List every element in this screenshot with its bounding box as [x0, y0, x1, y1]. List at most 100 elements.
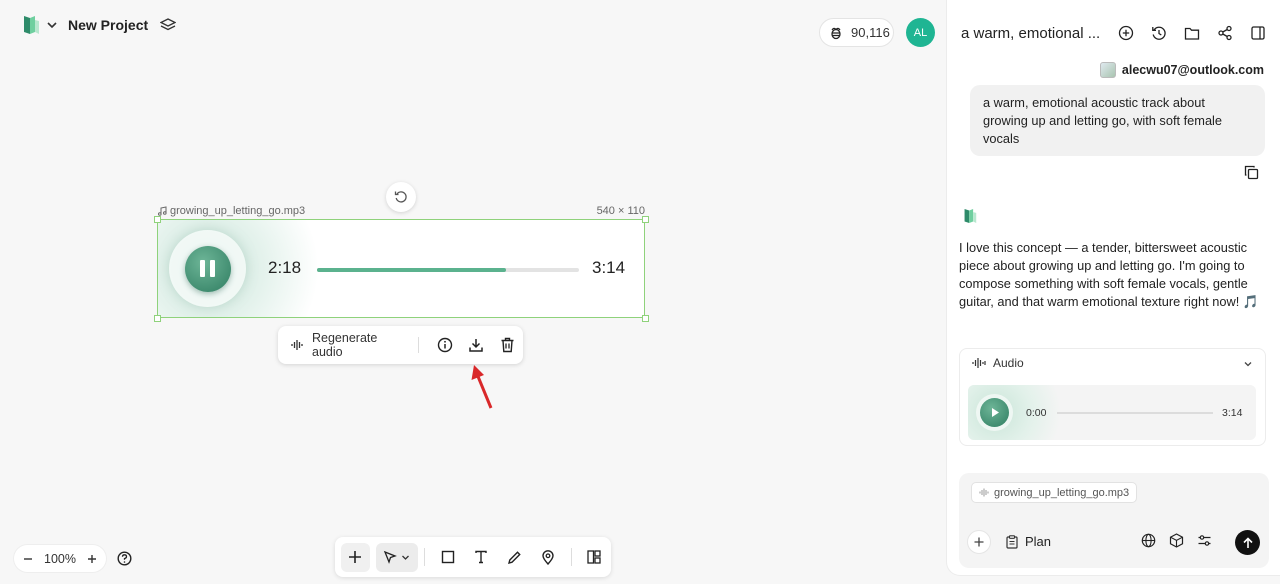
audio-player-element[interactable]: 2:18 3:14 [157, 219, 645, 318]
text-tool-button[interactable] [464, 550, 497, 564]
info-button[interactable] [429, 337, 460, 353]
rectangle-tool-button[interactable] [431, 550, 464, 564]
element-filename: growing_up_letting_go.mp3 [157, 205, 305, 217]
location-tool-button[interactable] [531, 549, 564, 565]
resize-handle-bl[interactable] [154, 315, 161, 322]
folder-icon [1184, 27, 1200, 40]
resize-handle-br[interactable] [642, 315, 649, 322]
current-time: 2:18 [268, 258, 302, 277]
rectangle-icon [441, 550, 455, 564]
chevron-down-icon [401, 553, 410, 562]
select-tool-button[interactable] [375, 542, 418, 572]
mini-audio-player: 0:00 3:14 [968, 385, 1256, 440]
user-identity: alecwu07@outlook.com [1099, 62, 1264, 78]
cursor-icon [383, 550, 398, 564]
resize-handle-tr[interactable] [642, 216, 649, 223]
history-icon [1152, 26, 1166, 40]
message-composer[interactable]: growing_up_letting_go.mp3 Plan [959, 473, 1269, 568]
zoom-out-button[interactable] [23, 554, 33, 564]
chat-panel: a warm, emotional ... alecwu07@outlook.c… [946, 0, 1280, 576]
text-icon [474, 550, 488, 564]
plan-label: Plan [1025, 534, 1052, 549]
pause-icon [184, 245, 231, 292]
avatar[interactable]: AL [906, 18, 935, 47]
bee-icon [829, 26, 843, 40]
regenerate-audio-label: Regenerate audio [312, 331, 378, 359]
assistant-message: I love this concept — a tender, bittersw… [959, 240, 1259, 309]
waveform-icon [972, 357, 986, 369]
user-email: alecwu07@outlook.com [1121, 63, 1264, 77]
share-icon [1218, 25, 1232, 41]
zoom-in-button[interactable] [87, 554, 97, 564]
plus-icon [974, 537, 984, 547]
help-button[interactable] [117, 551, 132, 566]
sidebar-icon [1251, 26, 1265, 40]
play-icon [991, 408, 999, 417]
help-icon [117, 551, 132, 566]
history-button[interactable] [1148, 24, 1170, 42]
audio-card-header[interactable]: Audio [972, 356, 1024, 370]
attachment-name: growing_up_letting_go.mp3 [994, 486, 1130, 499]
copy-button[interactable] [1244, 165, 1259, 180]
progress-fill [317, 268, 506, 272]
toolbar-divider [570, 548, 572, 566]
zoom-level[interactable]: 100% [44, 552, 76, 566]
download-button[interactable] [460, 337, 491, 353]
rotate-reset-button[interactable] [386, 182, 416, 212]
toolbar-divider [423, 548, 425, 566]
copy-icon [1244, 165, 1259, 180]
layers-icon[interactable] [160, 17, 177, 33]
chevron-down-icon[interactable] [46, 19, 58, 31]
composer-actions [1141, 533, 1212, 548]
new-chat-button[interactable] [1115, 24, 1137, 42]
layout-grid-icon [587, 550, 601, 564]
chevron-down-icon[interactable] [1243, 359, 1253, 369]
pen-tool-button[interactable] [498, 550, 531, 565]
mini-current-time: 0:00 [1026, 407, 1047, 419]
mini-total-time: 3:14 [1222, 407, 1243, 419]
total-time: 3:14 [592, 258, 626, 277]
resize-handle-tl[interactable] [154, 216, 161, 223]
play-button[interactable] [980, 398, 1009, 427]
progress-track[interactable] [317, 268, 579, 272]
annotation-arrow-icon [470, 362, 496, 412]
element-dimensions: 540 × 110 [596, 205, 645, 217]
settings-sliders-button[interactable] [1197, 533, 1212, 548]
pause-button[interactable] [169, 230, 246, 307]
cube-button[interactable] [1169, 533, 1184, 548]
app-logo-icon[interactable] [22, 14, 40, 36]
rotate-icon [394, 190, 408, 204]
user-message: a warm, emotional acoustic track about g… [970, 85, 1265, 156]
trash-icon [500, 337, 515, 353]
delete-button[interactable] [492, 337, 523, 353]
canvas-toolbar [335, 537, 611, 577]
credits-badge[interactable]: 90,116 [819, 18, 894, 47]
globe-button[interactable] [1141, 533, 1156, 548]
share-button[interactable] [1214, 24, 1236, 42]
waveform-icon [979, 488, 989, 497]
plus-icon [348, 550, 362, 564]
mini-progress-track[interactable] [1057, 412, 1213, 414]
user-avatar [1099, 62, 1116, 78]
globe-icon [1141, 533, 1156, 548]
toggle-panel-button[interactable] [1247, 24, 1269, 42]
element-filename-text: growing_up_letting_go.mp3 [170, 205, 306, 217]
plan-mode-button[interactable]: Plan [1006, 534, 1051, 549]
plus-circle-icon [1118, 25, 1134, 41]
layout-tool-button[interactable] [578, 550, 611, 564]
add-tool-button[interactable] [341, 542, 370, 572]
project-title[interactable]: New Project [68, 17, 148, 33]
attach-button[interactable] [967, 530, 991, 554]
chat-title[interactable]: a warm, emotional ... [961, 25, 1100, 42]
music-note-icon [157, 206, 167, 216]
project-header: New Project [22, 14, 177, 36]
toolbar-divider [418, 337, 420, 353]
regenerate-audio-button[interactable]: Regenerate audio [291, 331, 405, 359]
element-toolbar: Regenerate audio [278, 326, 523, 364]
folder-button[interactable] [1181, 24, 1203, 42]
pen-icon [507, 550, 522, 565]
send-button[interactable] [1235, 530, 1260, 555]
audio-card: Audio 0:00 3:14 [959, 348, 1266, 446]
credits-count: 90,116 [851, 25, 890, 40]
attachment-chip[interactable]: growing_up_letting_go.mp3 [971, 482, 1138, 503]
